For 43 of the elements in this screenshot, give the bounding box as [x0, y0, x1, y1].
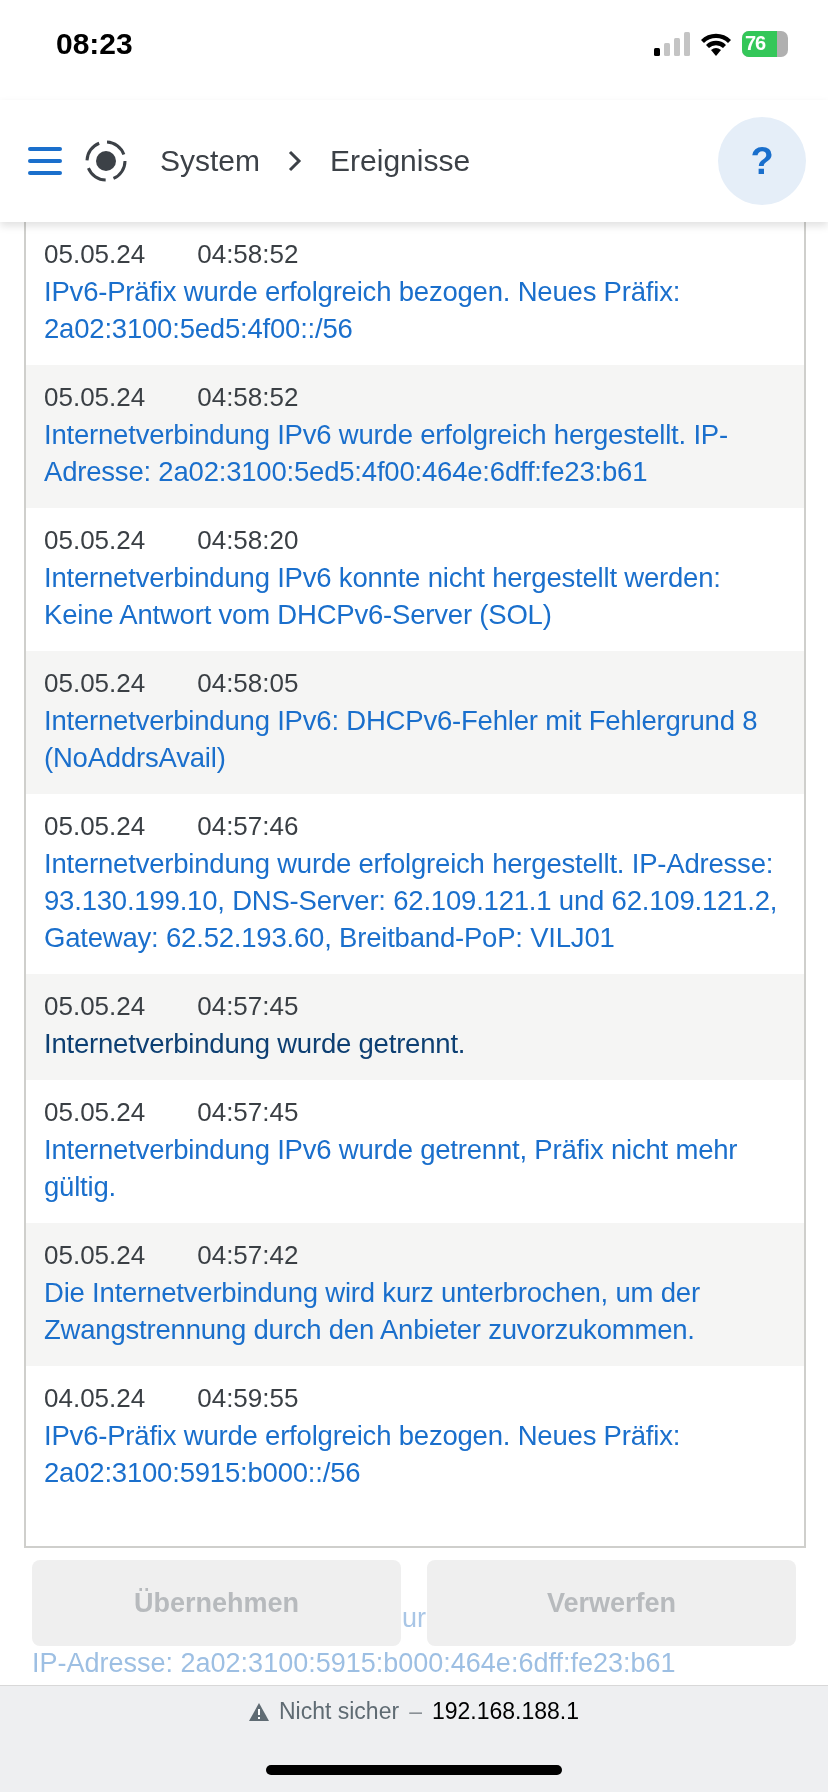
wifi-icon — [700, 32, 732, 56]
event-time: 04:57:46 — [197, 810, 299, 843]
record-icon — [84, 139, 128, 183]
security-label: Nicht sicher — [278, 1698, 400, 1725]
event-date: 04.05.24 — [44, 1382, 146, 1415]
event-link[interactable]: IPv6-Präfix wurde erfolgreich bezogen. Neues Präfix: 2a02:3100:5915:b000::/56 — [44, 1417, 786, 1491]
event-date: 05.05.24 — [44, 810, 146, 843]
faded-text: IP-Adresse: 2a02:3100:5915:b000:464e:6dff:fe23:b61 — [32, 1647, 677, 1680]
event-date: 05.05.24 — [44, 238, 146, 271]
event-link[interactable]: Die Internetverbindung wird kurz unterbrochen, um der Zwangstrennung durch den Anbieter zuvorzukommen. — [44, 1274, 786, 1348]
battery-icon: 76 — [742, 31, 788, 57]
event-date: 05.05.24 — [44, 381, 146, 414]
address-text[interactable]: 192.168.188.1 — [431, 1698, 579, 1725]
event-time: 04:59:55 — [197, 1382, 299, 1415]
separator: – — [409, 1698, 422, 1725]
event-link[interactable]: Internetverbindung IPv6: DHCPv6-Fehler mit Fehlergrund 8 (NoAddrsAvail) — [44, 702, 786, 776]
event-time: 04:58:20 — [197, 524, 299, 557]
event-time: 04:57:45 — [197, 990, 299, 1023]
event-time: 04:58:52 — [197, 381, 299, 414]
event-date: 05.05.24 — [44, 524, 146, 557]
event-time: 04:57:45 — [197, 1096, 299, 1129]
signal-icon — [654, 32, 690, 56]
event-link[interactable]: Internetverbindung IPv6 wurde erfolgreich hergestellt. IP-Adresse: 2a02:3100:5ed5:4f00:464e:6dff:fe23:b61 — [44, 416, 786, 490]
clock: 08:23 — [56, 27, 133, 61]
event-time: 04:57:42 — [197, 1239, 299, 1272]
event-time: 04:58:52 — [197, 238, 299, 271]
event-date: 05.05.24 — [44, 1239, 146, 1272]
event-date: 05.05.24 — [44, 667, 146, 700]
event-date: 05.05.24 — [44, 1096, 146, 1129]
chevron-right-icon — [288, 150, 303, 172]
event-link[interactable]: IPv6-Präfix wurde erfolgreich bezogen. Neues Präfix: 2a02:3100:5ed5:4f00::/56 — [44, 273, 786, 347]
event-link[interactable]: Internetverbindung wurde erfolgreich hergestellt. IP-Adresse: 93.130.199.10, DNS-Server: 62.109.121.1 und 62.109.121.2, Gateway: 62.52.193.60, Breitband-PoP: VILJ01 — [44, 845, 786, 956]
menu-icon[interactable] — [28, 147, 62, 175]
faded-text: ur — [401, 1602, 427, 1635]
help-button[interactable]: ? — [718, 117, 806, 205]
event-date: 05.05.24 — [44, 990, 146, 1023]
event-message: Internetverbindung wurde getrennt. — [44, 1027, 467, 1061]
event-link[interactable]: Internetverbindung IPv6 wurde getrennt, Präfix nicht mehr gültig. — [44, 1131, 786, 1205]
event-time: 04:58:05 — [197, 667, 299, 700]
breadcrumb-item[interactable]: System — [160, 144, 261, 178]
warning-icon — [248, 1702, 269, 1721]
event-link[interactable]: Internetverbindung IPv6 konnte nicht hergestellt werden: Keine Antwort vom DHCPv6-Server (SOL) — [44, 559, 786, 633]
breadcrumb-item: Ereignisse — [330, 144, 471, 178]
